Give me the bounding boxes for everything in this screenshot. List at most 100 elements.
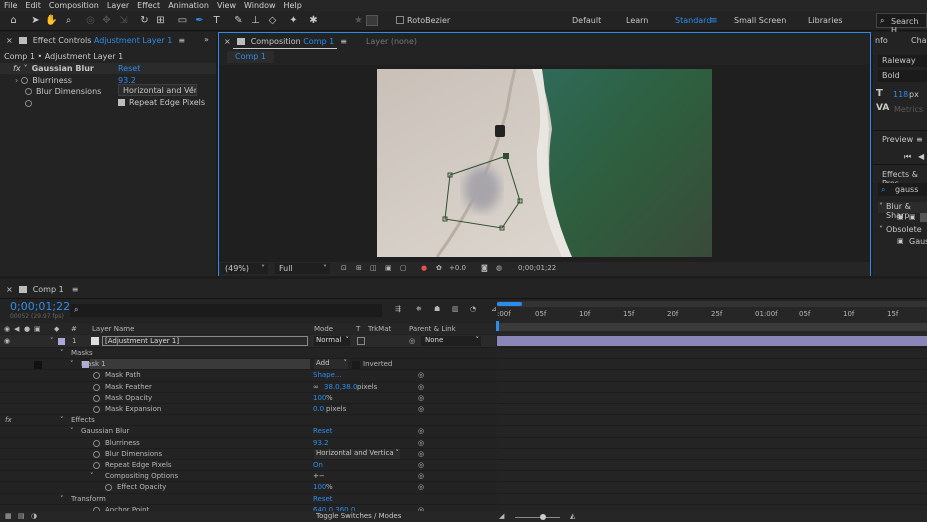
shy-icon[interactable]: ☗ (434, 305, 440, 313)
menu-animation[interactable]: Animation (164, 1, 213, 10)
close-icon[interactable]: × (6, 285, 13, 294)
zoom-out-icon[interactable]: ◢ (499, 512, 504, 520)
gaussian-effect-item[interactable]: Gauss (909, 237, 927, 246)
first-frame-icon[interactable]: ⏮ (904, 152, 911, 162)
chevron-down-icon[interactable]: ˅ (879, 202, 883, 211)
menu-edit[interactable]: Edit (21, 1, 45, 10)
star-icon[interactable]: ★ (352, 14, 365, 27)
property-track[interactable] (497, 459, 927, 470)
workspace-menu-icon[interactable]: ≡ (710, 16, 718, 26)
menu-effect[interactable]: Effect (133, 1, 164, 10)
viewer-area[interactable] (219, 65, 870, 262)
property-value[interactable]: Reset (313, 495, 333, 503)
effect-controls-tab[interactable]: × Effect Controls Adjustment Layer 1 ≡ (6, 32, 185, 48)
property-track[interactable] (497, 369, 927, 381)
expression-pick-whip-icon[interactable]: ◎ (418, 371, 424, 379)
property-track[interactable] (497, 391, 927, 403)
workspace-learn[interactable]: Learn (626, 16, 648, 25)
property-row[interactable]: Mask Expansion 0.0 pixels ◎ (0, 403, 496, 414)
rectangle-tool-icon[interactable]: ▭ (176, 14, 189, 27)
local-axis-icon[interactable] (366, 15, 378, 26)
panel-menu-icon[interactable]: ≡ (340, 37, 347, 46)
property-value[interactable]: +− (313, 472, 325, 480)
property-row[interactable]: Mask Opacity 100% ◎ (0, 391, 496, 403)
layer-switches-icon[interactable]: ▦ (5, 512, 12, 520)
property-dropdown[interactable]: Horizontal and Vertica ˅ (314, 448, 400, 459)
close-icon[interactable]: × (224, 37, 231, 46)
rotate-tool-icon[interactable]: ↻ (138, 14, 151, 27)
menu-window[interactable]: Window (240, 1, 280, 10)
col-t[interactable]: T (356, 325, 360, 333)
property-row[interactable]: Repeat Edge Pixels On ◎ (0, 459, 496, 470)
expression-pick-whip-icon[interactable]: ◎ (418, 461, 424, 469)
zoom-dropdown[interactable]: (49%) ˅ (221, 263, 268, 274)
preview-tab[interactable]: Preview (882, 135, 913, 144)
layer-row[interactable]: ◉ ˅ 1 [Adjustment Layer 1] Normal ˅ ◎ Non… (0, 335, 496, 347)
repeat-edge-checkbox[interactable] (118, 99, 125, 106)
property-row[interactable]: ˅ Transform Reset (0, 492, 496, 504)
chevron-down-icon[interactable]: ˅ (90, 472, 94, 480)
property-track[interactable] (497, 414, 927, 426)
composition-mini-flowchart-icon[interactable]: ⇶ (395, 305, 401, 313)
frame-blending-icon[interactable]: ▥ (452, 305, 459, 313)
property-row[interactable]: ˅ Mask 1 Add ˅ Inverted (0, 358, 496, 370)
property-track[interactable] (497, 380, 927, 392)
obsolete-category[interactable]: Obsolete (886, 225, 922, 234)
menu-composition[interactable]: Composition (45, 1, 103, 10)
snapshot-icon[interactable]: ◙ (481, 264, 488, 272)
parent-dropdown[interactable]: None ˅ (421, 336, 481, 346)
pen-tool-icon[interactable]: ✒ (193, 14, 206, 27)
col-layer-name[interactable]: Layer Name (92, 325, 134, 333)
chevron-down-icon[interactable]: ˅ (24, 64, 28, 73)
property-track[interactable] (497, 347, 927, 358)
property-value[interactable]: 100 (313, 394, 326, 402)
zoom-tool-icon[interactable]: ⌕ (62, 14, 75, 27)
preserve-transparency-checkbox[interactable] (357, 337, 365, 345)
stopwatch-icon[interactable] (93, 383, 100, 391)
puppet-tool-icon[interactable]: ✱ (307, 14, 320, 27)
property-track[interactable] (497, 358, 927, 370)
col-mode[interactable]: Mode (314, 325, 333, 333)
expression-pick-whip-icon[interactable]: ◎ (418, 439, 424, 447)
zoom-slider-handle[interactable] (540, 514, 546, 520)
stopwatch-icon[interactable] (93, 439, 100, 447)
expression-pick-whip-icon[interactable]: ◎ (418, 405, 424, 413)
property-value[interactable]: 0.0 (313, 405, 324, 413)
workspace-default[interactable]: Default (572, 16, 601, 25)
composition-tab[interactable]: × Composition Comp 1 ≡ (224, 33, 347, 49)
info-tab[interactable]: nfo (875, 36, 888, 45)
menu-layer[interactable]: Layer (103, 1, 133, 10)
chevron-down-icon[interactable]: ˅ (50, 337, 54, 345)
property-value[interactable]: 38.0,38.0 (324, 383, 357, 391)
property-value[interactable]: Reset (313, 427, 333, 435)
close-icon[interactable]: × (6, 36, 13, 45)
expression-pick-whip-icon[interactable]: ◎ (418, 450, 424, 458)
character-tab[interactable]: Char (911, 36, 927, 45)
selection-tool-icon[interactable]: ➤ (29, 14, 42, 27)
stopwatch-icon[interactable] (93, 372, 100, 380)
graph-editor-icon[interactable]: ⊿ (491, 305, 497, 313)
channel-icon[interactable]: ● (421, 264, 427, 272)
chevron-down-icon[interactable]: ˅ (70, 360, 74, 368)
blend-mode-dropdown[interactable]: Normal ˅ (314, 336, 350, 346)
pan-behind-icon[interactable]: ⊞ (154, 14, 167, 27)
expression-pick-whip-icon[interactable]: ◎ (418, 427, 424, 435)
pick-whip-icon[interactable]: ◎ (409, 337, 415, 345)
label-color-swatch[interactable] (58, 338, 65, 345)
chevron-right-icon[interactable]: › (15, 76, 18, 85)
stopwatch-icon[interactable] (93, 450, 100, 458)
in-out-icon[interactable]: ◑ (31, 512, 37, 520)
blur-dimensions-dropdown[interactable]: Horizontal and Vert ˅ (118, 84, 197, 96)
eye-icon[interactable]: ◉ (4, 337, 10, 345)
effects-search-input[interactable]: ⌕ gauss (878, 183, 927, 196)
link-icon[interactable]: ∞ (313, 383, 319, 391)
property-track[interactable] (497, 481, 927, 493)
property-row[interactable]: Blurriness 93.2 ◎ (0, 436, 496, 448)
chevron-down-icon[interactable]: ˅ (70, 427, 74, 435)
col-trkmat[interactable]: TrkMat (368, 325, 391, 333)
dolly-tool-icon[interactable]: ⇲ (117, 14, 130, 27)
clone-stamp-icon[interactable]: ⊥ (249, 14, 262, 27)
property-track[interactable] (497, 447, 927, 459)
fit-icon[interactable]: ⊡ (341, 264, 347, 272)
expand-icon[interactable]: » (204, 35, 209, 44)
